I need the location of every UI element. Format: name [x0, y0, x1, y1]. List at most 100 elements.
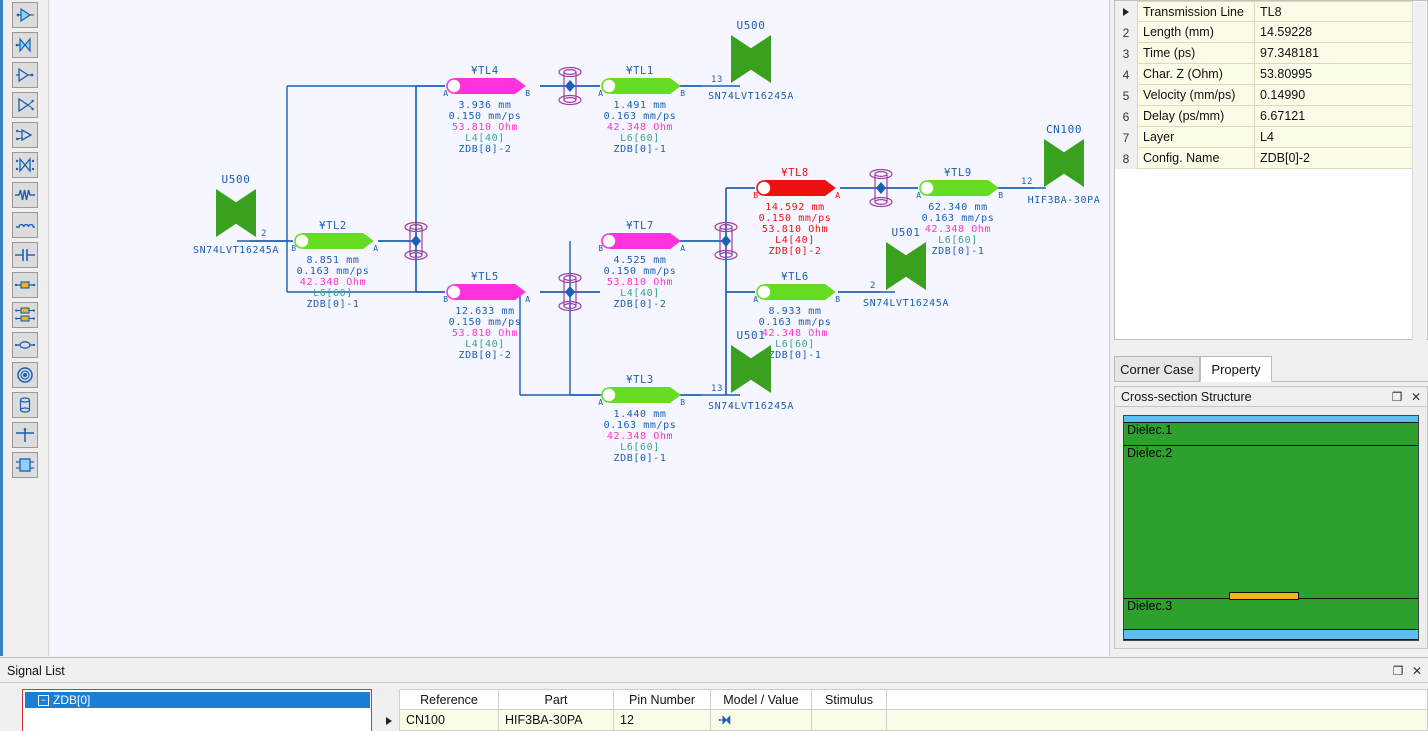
tline-body[interactable] [765, 285, 835, 300]
transmission-line-TL7[interactable]: ¥TL7BA4.525 mm0.150 mm/ps53.810 OhmL4[40… [598, 220, 685, 310]
property-row[interactable]: 2Length (mm)14.59228 [1115, 22, 1427, 43]
float-icon[interactable]: ❐ [1390, 663, 1406, 679]
tab-property[interactable]: Property [1200, 356, 1272, 382]
component-cn100[interactable]: CN100HIF3BA-30PA [1028, 123, 1101, 206]
schematic-drawing[interactable]: ¥TL4AB3.936 mm0.150 mm/ps53.810 OhmL4[40… [50, 0, 1110, 656]
cell-stimulus[interactable] [812, 710, 887, 731]
cell-model-value[interactable] [711, 710, 812, 731]
table-row[interactable]: CN100 HIF3BA-30PA 12 [378, 710, 1428, 731]
column-header-part[interactable]: Part [499, 689, 614, 710]
tline-body[interactable] [610, 79, 680, 94]
property-value[interactable]: 0.14990 [1255, 85, 1414, 106]
cross-section-stackup[interactable]: Dielec.1Dielec.2Dielec.3 [1123, 415, 1419, 641]
tline-body[interactable] [303, 234, 373, 249]
property-value[interactable]: 14.59228 [1255, 22, 1414, 43]
property-row[interactable]: 6Delay (ps/mm)6.67121 [1115, 106, 1427, 127]
tline-port-a-label: B [598, 244, 603, 253]
transmission-line-TL9[interactable]: ¥TL9AB62.340 mm0.163 mm/ps42.348 OhmL6[6… [916, 167, 1003, 257]
network-part-icon[interactable] [12, 302, 38, 328]
component-body[interactable] [1044, 139, 1084, 187]
cell-part[interactable]: HIF3BA-30PA [499, 710, 614, 731]
property-name: Time (ps) [1137, 43, 1255, 64]
column-header-model-value[interactable]: Model / Value [711, 689, 812, 710]
inductor-icon[interactable] [12, 212, 38, 238]
signal-detail-grid[interactable]: Reference Part Pin Number Model / Value … [378, 689, 1428, 731]
transmission-line-TL3[interactable]: ¥TL3AB1.440 mm0.163 mm/ps42.348 OhmL6[60… [598, 374, 685, 464]
component-u500-top[interactable]: U500SN74LVT16245A [708, 19, 794, 102]
transmission-line-TL5[interactable]: ¥TL5BA12.633 mm0.150 mm/ps53.810 OhmL4[4… [443, 271, 530, 361]
component-body[interactable] [731, 35, 771, 83]
property-grid-scrollbar[interactable] [1412, 2, 1426, 340]
stackup-layer[interactable] [1124, 630, 1418, 640]
property-value[interactable]: 97.348181 [1255, 43, 1414, 64]
transmission-line-TL8[interactable]: ¥TL8BA14.592 mm0.150 mm/ps53.810 OhmL4[4… [753, 167, 840, 257]
via-icon[interactable] [12, 392, 38, 418]
receiver-icon[interactable] [12, 92, 38, 118]
via-top-inner [564, 70, 576, 75]
component-body[interactable] [216, 189, 256, 237]
property-row[interactable]: 3Time (ps)97.348181 [1115, 43, 1427, 64]
stackup-layer[interactable] [1124, 416, 1418, 423]
tline-name-label: ¥TL4 [471, 65, 499, 77]
property-value[interactable]: 6.67121 [1255, 106, 1414, 127]
property-row[interactable]: 8Config. NameZDB[0]-2 [1115, 148, 1427, 169]
via-node-diamond [411, 235, 421, 247]
property-row[interactable]: 7LayerL4 [1115, 127, 1427, 148]
property-row-number: 2 [1115, 22, 1137, 43]
transmission-line-TL2[interactable]: ¥TL2BA8.851 mm0.163 mm/ps42.348 OhmL6[60… [291, 220, 378, 310]
via-pad-icon[interactable] [12, 362, 38, 388]
property-value[interactable]: L4 [1255, 127, 1414, 148]
driver-icon[interactable] [12, 2, 38, 28]
tline-body[interactable] [610, 388, 680, 403]
tline-body[interactable] [455, 79, 525, 94]
transmission-line-TL1[interactable]: ¥TL1AB1.491 mm0.163 mm/ps42.348 OhmL6[60… [598, 65, 685, 155]
tree-item-zdb0[interactable]: − ZDB[0] [25, 692, 370, 708]
cell-pin-number[interactable]: 12 [614, 710, 711, 731]
tline-body[interactable] [455, 285, 525, 300]
tline-body[interactable] [765, 181, 835, 196]
stackup-layer[interactable]: Dielec.2 [1124, 446, 1418, 600]
property-grid[interactable]: Transmission LineTL82Length (mm)14.59228… [1114, 0, 1428, 340]
transceiver-icon[interactable] [12, 32, 38, 58]
component-u501-mid[interactable]: U501SN74LVT16245A [863, 226, 949, 309]
trace-conductor[interactable] [1229, 592, 1299, 600]
output-driver-icon[interactable] [12, 122, 38, 148]
capacitor-icon[interactable] [12, 242, 38, 268]
smd-part-icon[interactable] [12, 272, 38, 298]
property-value[interactable]: ZDB[0]-2 [1255, 148, 1414, 169]
stackup-layer[interactable]: Dielec.1 [1124, 423, 1418, 446]
property-row[interactable]: 4Char. Z (Ohm)53.80995 [1115, 64, 1427, 85]
tab-corner-case[interactable]: Corner Case [1114, 356, 1200, 382]
cell-reference[interactable]: CN100 [400, 710, 499, 731]
tline-layer-label: L4[40] [775, 235, 815, 246]
resistor-icon[interactable] [12, 182, 38, 208]
ic-package-icon[interactable] [12, 452, 38, 478]
column-header-stimulus[interactable]: Stimulus [812, 689, 887, 710]
tline-body[interactable] [928, 181, 998, 196]
transmission-line-TL4[interactable]: ¥TL4AB3.936 mm0.150 mm/ps53.810 OhmL4[40… [443, 65, 530, 155]
transmission-line-TL6[interactable]: ¥TL6AB8.933 mm0.163 mm/ps42.348 OhmL6[60… [753, 271, 840, 361]
property-value[interactable]: 53.80995 [1255, 64, 1414, 85]
component-u500-left[interactable]: U500SN74LVT16245A [193, 173, 279, 256]
property-row[interactable]: Transmission LineTL8 [1115, 1, 1427, 22]
stackup-layer[interactable]: Dielec.3 [1124, 599, 1418, 630]
signal-tree[interactable]: − ZDB[0] [22, 689, 372, 731]
component-body[interactable] [886, 242, 926, 290]
column-header-pin-number[interactable]: Pin Number [614, 689, 711, 710]
schematic-canvas[interactable]: ¥TL4AB3.936 mm0.150 mm/ps53.810 OhmL4[40… [50, 0, 1110, 656]
stub-icon[interactable] [12, 422, 38, 448]
property-value[interactable]: TL8 [1255, 1, 1414, 22]
close-icon[interactable]: ✕ [1408, 389, 1424, 405]
transmission-line-icon[interactable] [12, 332, 38, 358]
tline-length-label: 62.340 mm [928, 202, 988, 213]
expander-icon[interactable]: − [38, 695, 49, 706]
via-top-ring [870, 170, 892, 179]
tline-body[interactable] [610, 234, 680, 249]
component-body[interactable] [731, 345, 771, 393]
close-icon[interactable]: ✕ [1409, 663, 1425, 679]
column-header-reference[interactable]: Reference [400, 689, 499, 710]
float-icon[interactable]: ❐ [1389, 389, 1405, 405]
bidirectional-icon[interactable] [12, 152, 38, 178]
property-row[interactable]: 5Velocity (mm/ps)0.14990 [1115, 85, 1427, 106]
buffer-pin-icon[interactable] [12, 62, 38, 88]
